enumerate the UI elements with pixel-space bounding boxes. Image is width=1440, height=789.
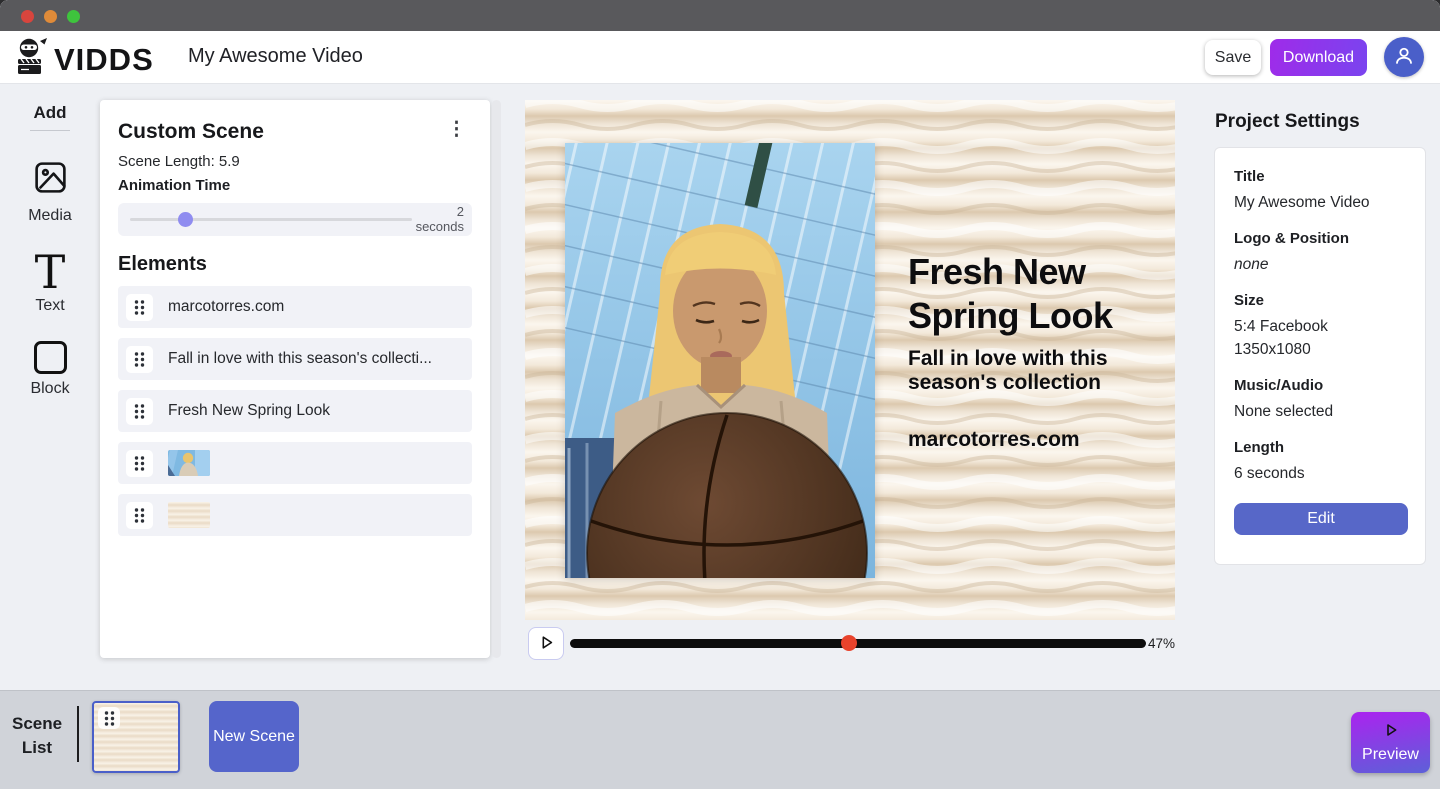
custom-scene-panel: Custom Scene ⋮ Scene Length: 5.9 Animati… <box>100 100 490 658</box>
scene-options-kebab-icon[interactable]: ⋮ <box>441 120 472 140</box>
divider <box>77 706 79 762</box>
scene-subheadline: Fall in love with this season's collecti… <box>908 347 1108 394</box>
sidebar-item-block[interactable]: Block <box>14 341 86 398</box>
preview-button[interactable]: Preview <box>1351 712 1430 773</box>
element-row-subheadline[interactable]: Fall in love with this season's collecti… <box>118 338 472 380</box>
animation-time-slider[interactable]: 2 seconds <box>118 203 472 236</box>
play-button[interactable] <box>528 627 564 660</box>
scene-length-text: Scene Length: 5.9 <box>118 153 240 170</box>
scene-website: marcotorres.com <box>908 428 1080 451</box>
project-settings-heading: Project Settings <box>1215 111 1360 132</box>
scene-headline: Fresh New Spring Look <box>908 251 1113 336</box>
user-icon <box>1391 43 1417 72</box>
video-canvas[interactable]: Fresh New Spring Look Fall in love with … <box>525 100 1175 620</box>
project-title: My Awesome Video <box>188 45 363 67</box>
element-row-headline[interactable]: Fresh New Spring Look <box>118 390 472 432</box>
close-window-button[interactable] <box>21 10 34 23</box>
slider-value: 2 seconds <box>415 204 464 234</box>
new-scene-button[interactable]: New Scene <box>209 701 299 772</box>
play-icon <box>1383 722 1399 743</box>
slider-thumb[interactable] <box>177 212 193 227</box>
slider-track[interactable] <box>130 212 412 227</box>
scene-title: Custom Scene <box>118 120 264 143</box>
minimize-window-button[interactable] <box>44 10 57 23</box>
progress-percent: 47% <box>1148 636 1176 651</box>
elements-heading: Elements <box>118 253 207 275</box>
element-row-texture[interactable] <box>118 494 472 536</box>
seek-bar[interactable] <box>570 635 1146 651</box>
element-label: Fresh New Spring Look <box>168 402 330 419</box>
app-logo[interactable]: VIDDS <box>14 38 154 81</box>
settings-audio-value: None selected <box>1234 403 1334 420</box>
scene-text-block: Fresh New Spring Look Fall in love with … <box>908 250 1163 452</box>
settings-title-label: Title <box>1234 168 1265 185</box>
sidebar-item-media[interactable]: Media <box>14 159 86 225</box>
preview-label: Preview <box>1362 745 1419 763</box>
drag-handle-icon[interactable] <box>126 501 153 529</box>
element-row-website[interactable]: marcotorres.com <box>118 286 472 328</box>
drag-handle-icon[interactable] <box>98 707 120 729</box>
drag-handle-icon[interactable] <box>126 345 153 373</box>
app-header: VIDDS My Awesome Video Save Download <box>0 31 1440 84</box>
scene-list-bar: Scene List New Scene Preview <box>0 690 1440 789</box>
seek-handle[interactable] <box>840 635 857 651</box>
element-label: Fall in love with this season's collecti… <box>168 350 432 367</box>
settings-audio-label: Music/Audio <box>1234 377 1324 394</box>
titlebar <box>0 0 1440 31</box>
play-icon <box>538 634 555 654</box>
text-icon: T <box>34 245 66 299</box>
element-label: marcotorres.com <box>168 298 285 315</box>
animation-time-label: Animation Time <box>118 177 231 194</box>
block-label: Block <box>30 380 70 397</box>
account-avatar-button[interactable] <box>1384 37 1424 77</box>
scene-thumbnail-selected[interactable] <box>92 701 180 773</box>
app-window: VIDDS My Awesome Video Save Download Add <box>0 0 1440 789</box>
settings-title-value: My Awesome Video <box>1234 194 1370 211</box>
image-icon <box>32 162 69 200</box>
project-settings-card: Title My Awesome Video Logo & Position n… <box>1214 147 1426 565</box>
drag-handle-icon[interactable] <box>126 449 153 477</box>
add-label: Add <box>30 103 70 131</box>
element-row-photo[interactable] <box>118 442 472 484</box>
drag-handle-icon[interactable] <box>126 293 153 321</box>
panel-scrollbar[interactable] <box>492 100 501 658</box>
texture-thumbnail <box>168 502 210 528</box>
settings-length-label: Length <box>1234 439 1284 456</box>
sidebar-item-text[interactable]: T Text <box>14 245 86 315</box>
ninja-clapperboard-icon <box>14 38 48 81</box>
scene-photo <box>565 143 875 578</box>
edit-settings-button[interactable]: Edit <box>1234 503 1408 535</box>
block-icon <box>33 341 67 374</box>
settings-logo-value: none <box>1234 256 1269 273</box>
add-tool-rail: Add Media T Text Block <box>0 84 100 398</box>
save-button[interactable]: Save <box>1205 40 1261 75</box>
photo-thumbnail <box>168 450 210 476</box>
logo-wordmark: VIDDS <box>54 41 154 77</box>
settings-size-value: 5:4 Facebook 1350x1080 <box>1234 318 1328 358</box>
scene-list-label: Scene List <box>12 714 63 757</box>
media-label: Media <box>28 207 72 224</box>
settings-length-value: 6 seconds <box>1234 465 1305 482</box>
download-button[interactable]: Download <box>1270 39 1367 76</box>
text-label: Text <box>35 297 65 314</box>
settings-size-label: Size <box>1234 292 1265 309</box>
zoom-window-button[interactable] <box>67 10 80 23</box>
drag-handle-icon[interactable] <box>126 397 153 425</box>
settings-logo-label: Logo & Position <box>1234 230 1349 247</box>
